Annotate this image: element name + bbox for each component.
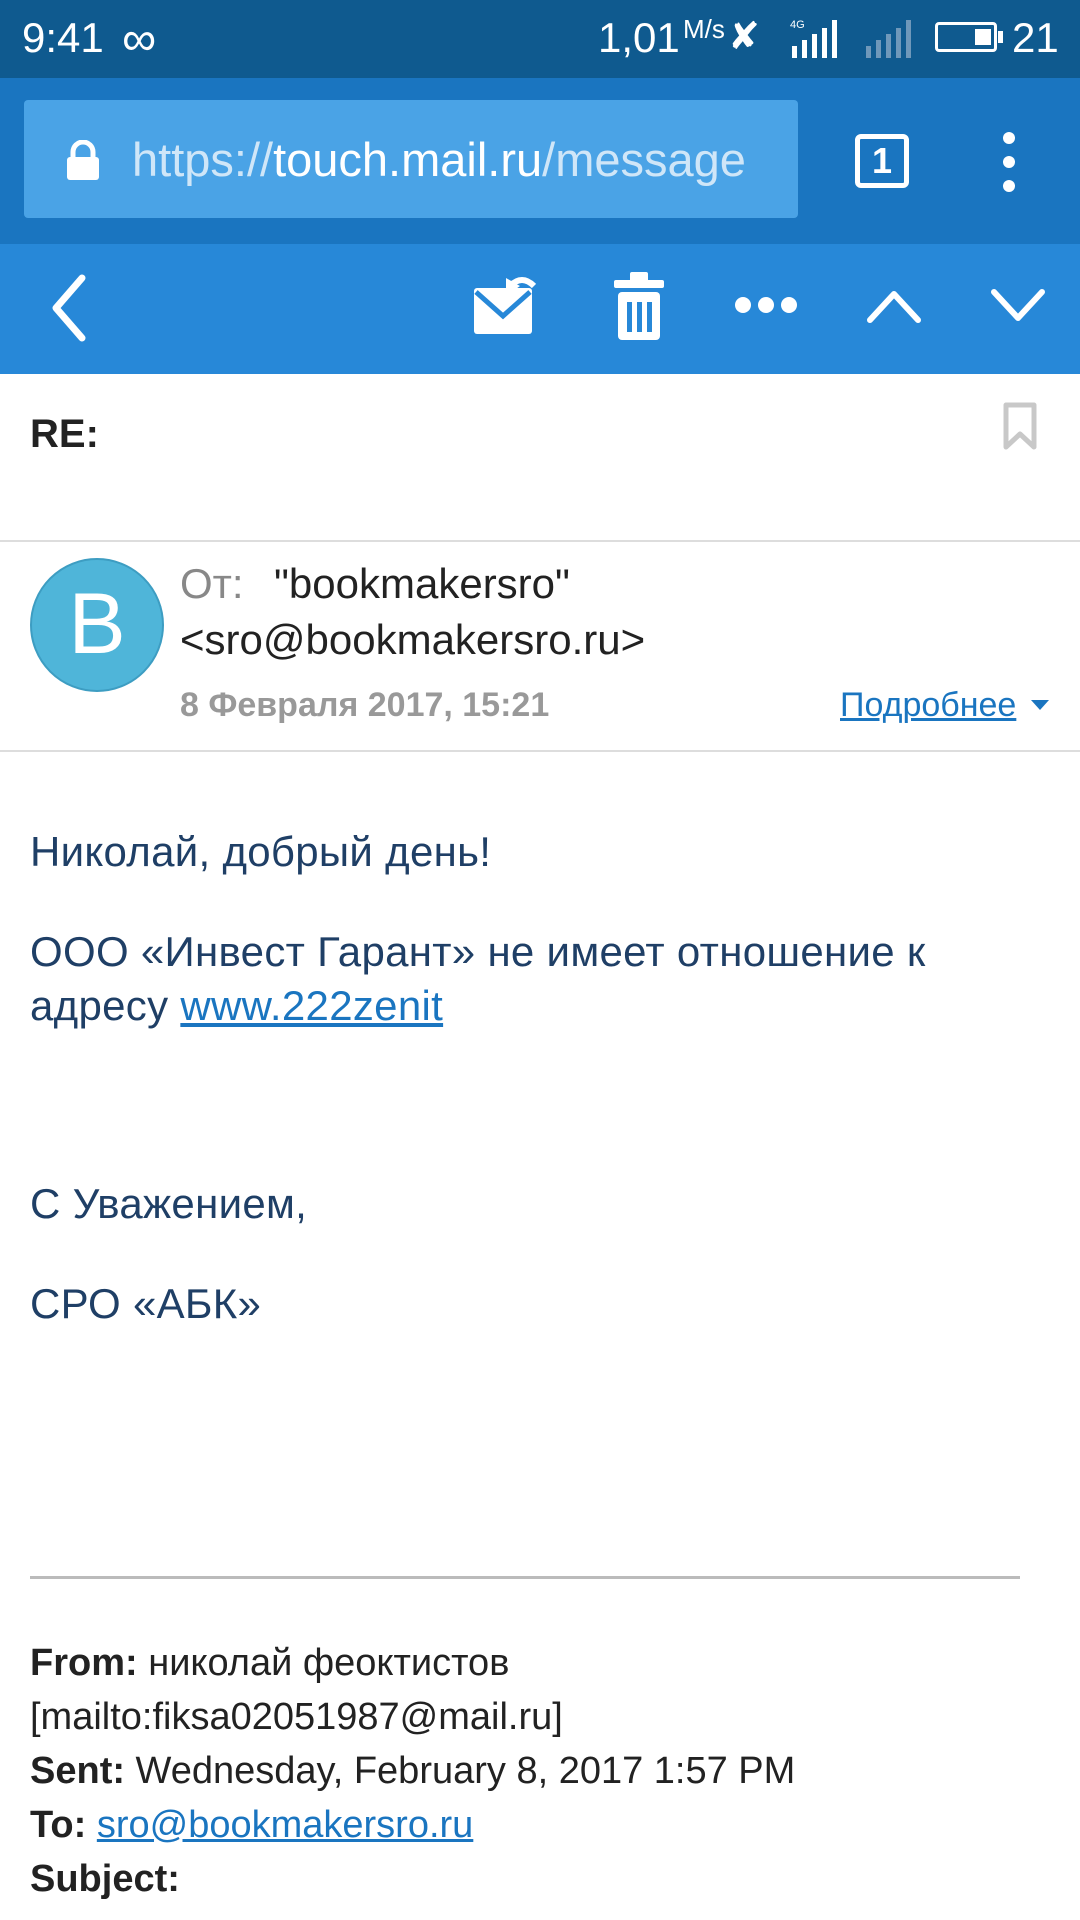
message-date: 8 Февраля 2017, 15:21 [180, 686, 550, 724]
body-line-2-prefix: адресу [30, 982, 181, 1029]
quoted-subject: Subject: [30, 1858, 180, 1901]
quoted-sent: Sent: Wednesday, February 8, 2017 1:57 P… [30, 1750, 795, 1793]
url-path: /message [542, 133, 746, 186]
quoted-from-label: From: [30, 1642, 138, 1684]
trash-icon[interactable] [612, 272, 666, 342]
quoted-to-link[interactable]: sro@bookmakersro.ru [97, 1804, 473, 1846]
quoted-to: To: sro@bookmakersro.ru [30, 1804, 473, 1847]
mail-toolbar [0, 244, 1080, 374]
lock-icon [67, 140, 99, 180]
network-type: 4G [790, 19, 805, 31]
status-time: 9:41 [22, 14, 104, 61]
signal-icon: 4G [790, 19, 837, 58]
sender-email: <sro@bookmakersro.ru> [180, 616, 646, 663]
more-icon[interactable] [734, 294, 798, 316]
sender-name: "bookmakersro" [274, 560, 570, 607]
quoted-from: From: николай феоктистов [30, 1642, 509, 1685]
body-greeting: Николай, добрый день! [30, 828, 492, 875]
next-message-icon[interactable] [990, 288, 1046, 324]
mute-icon: ✘ [728, 16, 760, 58]
signal-empty-icon [866, 20, 911, 58]
net-speed-unit: M/s [683, 14, 725, 44]
url-scheme: https:// [132, 133, 274, 186]
message-subject-bar: RE: [0, 374, 1080, 542]
details-link[interactable]: Подробнее [840, 686, 1016, 725]
browser-url-bar: https://touch.mail.ru/message 1 [0, 78, 1080, 244]
status-bar: 9:41 ∞ 1,01 M/s ✘ 4G 21 [0, 0, 1080, 78]
tabs-icon[interactable]: 1 [855, 134, 909, 188]
infinity-icon: ∞ [122, 13, 157, 66]
address-field[interactable]: https://touch.mail.ru/message [24, 100, 798, 218]
sender-block: B От: "bookmakersro" <sro@bookmakersro.r… [0, 542, 1080, 752]
body-regards: С Уважением, [30, 1180, 308, 1227]
url-host: touch.mail.ru [273, 133, 543, 186]
battery-level: 21 [1012, 14, 1059, 61]
quoted-subject-label: Subject: [30, 1858, 180, 1900]
body-link[interactable]: www.222zenit [180, 982, 443, 1029]
from-label: От: [180, 560, 244, 607]
battery-icon [935, 22, 997, 52]
url-text[interactable]: https://touch.mail.ru/message [132, 132, 782, 188]
quoted-sent-label: Sent: [30, 1750, 125, 1792]
quoted-sent-value: Wednesday, February 8, 2017 1:57 PM [125, 1750, 796, 1792]
quoted-mailto: [mailto:fiksa02051987@mail.ru] [30, 1696, 563, 1738]
battery-nub [998, 31, 1003, 43]
net-speed: 1,01 [598, 14, 680, 61]
body-line-2: адресу www.222zenit [30, 982, 443, 1030]
quoted-to-label: To: [30, 1804, 87, 1846]
move-to-folder-icon[interactable] [470, 274, 540, 338]
message-subject: RE: [30, 412, 99, 456]
quoted-from-value: николай феоктистов [137, 1642, 510, 1684]
back-icon[interactable] [50, 274, 90, 342]
prev-message-icon[interactable] [866, 288, 922, 324]
quote-divider [30, 1576, 1020, 1579]
body-signature: СРО «АБК» [30, 1280, 262, 1327]
chevron-down-icon[interactable] [1031, 700, 1049, 710]
avatar: B [30, 558, 164, 692]
body-line-1: ООО «Инвест Гарант» не имеет отношение к [30, 928, 926, 975]
overflow-menu-icon[interactable] [994, 130, 1024, 194]
bookmark-icon[interactable] [1002, 402, 1038, 450]
